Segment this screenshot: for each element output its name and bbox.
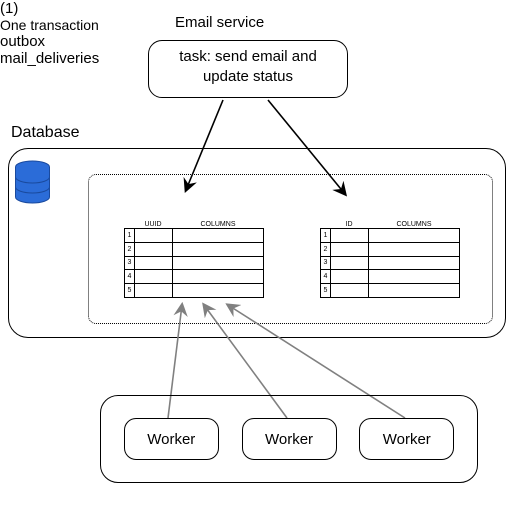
worker-label: Worker [265,431,313,448]
database-icon [14,160,51,204]
diagram-title: Email service [175,14,264,31]
row-number: 4 [125,270,135,284]
worker-label: Worker [383,431,431,448]
worker-label: Worker [147,431,195,448]
row-number: 1 [321,229,331,243]
worker-box: Worker [124,418,219,460]
task-line-1: task: send email and [149,47,347,67]
outbox-cols-header: COLUMNS [172,221,264,228]
task-box: task: send email and update status [148,40,348,98]
database-label: Database [11,124,80,142]
outbox-data-column [173,229,263,297]
row-number: 1 [125,229,135,243]
row-number: 3 [125,257,135,271]
maildeliv-data-column [369,229,459,297]
outbox-id-column [135,229,173,297]
row-number: 4 [321,270,331,284]
workers-container: Worker Worker Worker [100,395,478,483]
maildeliv-id-column [331,229,369,297]
outbox-table: UUID COLUMNS 1 2 3 4 5 [124,218,264,298]
worker-box: Worker [359,418,454,460]
row-number: 5 [321,284,331,297]
maildeliv-id-header: ID [330,221,368,228]
row-number: 3 [321,257,331,271]
outbox-rownums: 1 2 3 4 5 [125,229,135,297]
mail-deliveries-table: ID COLUMNS 1 2 3 4 5 [320,218,460,298]
row-number: 2 [125,243,135,257]
task-line-2: update status [149,67,347,87]
worker-box: Worker [242,418,337,460]
outbox-id-header: UUID [134,221,172,228]
row-number: 2 [321,243,331,257]
maildeliv-cols-header: COLUMNS [368,221,460,228]
maildeliv-rownums: 1 2 3 4 5 [321,229,331,297]
row-number: 5 [125,284,135,297]
